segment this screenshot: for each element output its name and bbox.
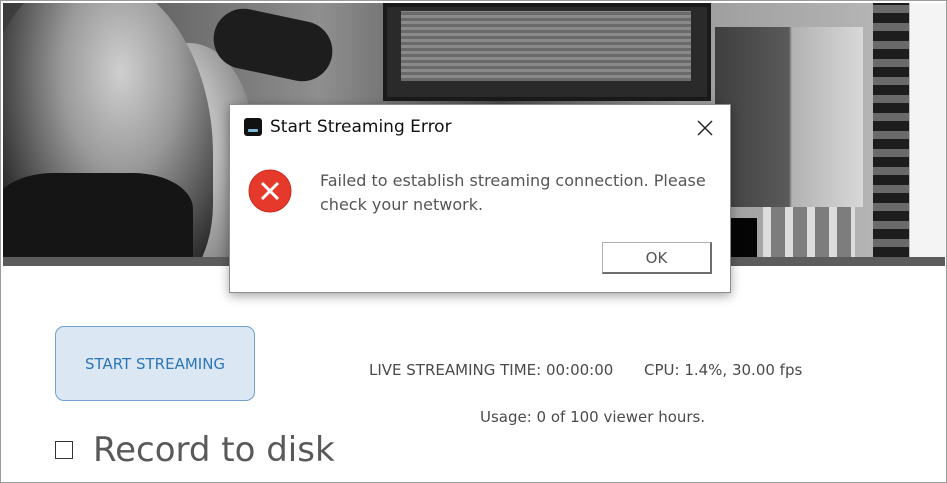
record-to-disk-row: Record to disk [55, 428, 335, 472]
usage-status: Usage: 0 of 100 viewer hours. [480, 408, 706, 426]
dialog-titlebar: Start Streaming Error [230, 105, 730, 151]
preview-side-strip [909, 3, 946, 257]
start-streaming-button[interactable]: START STREAMING [55, 326, 255, 401]
record-to-disk-label: Record to disk [93, 430, 335, 470]
preview-monitor [383, 3, 711, 101]
dialog-title: Start Streaming Error [270, 117, 452, 137]
record-to-disk-checkbox[interactable] [55, 441, 73, 459]
preview-speaker-stand [763, 207, 855, 257]
ok-button[interactable]: OK [602, 242, 712, 274]
preview-speaker [715, 27, 863, 207]
preview-shelf [873, 3, 909, 257]
live-streaming-time: LIVE STREAMING TIME: 00:00:00 [369, 361, 614, 379]
preview-monitor-screen [401, 11, 691, 81]
app-icon [244, 118, 262, 136]
cpu-status: CPU: 1.4%, 30.00 fps [644, 361, 803, 379]
error-dialog: Start Streaming Error Failed to establis… [229, 104, 731, 293]
close-icon[interactable] [692, 115, 718, 141]
dialog-message: Failed to establish streaming connection… [320, 171, 706, 214]
error-icon [248, 169, 292, 213]
preview-top [3, 173, 193, 257]
